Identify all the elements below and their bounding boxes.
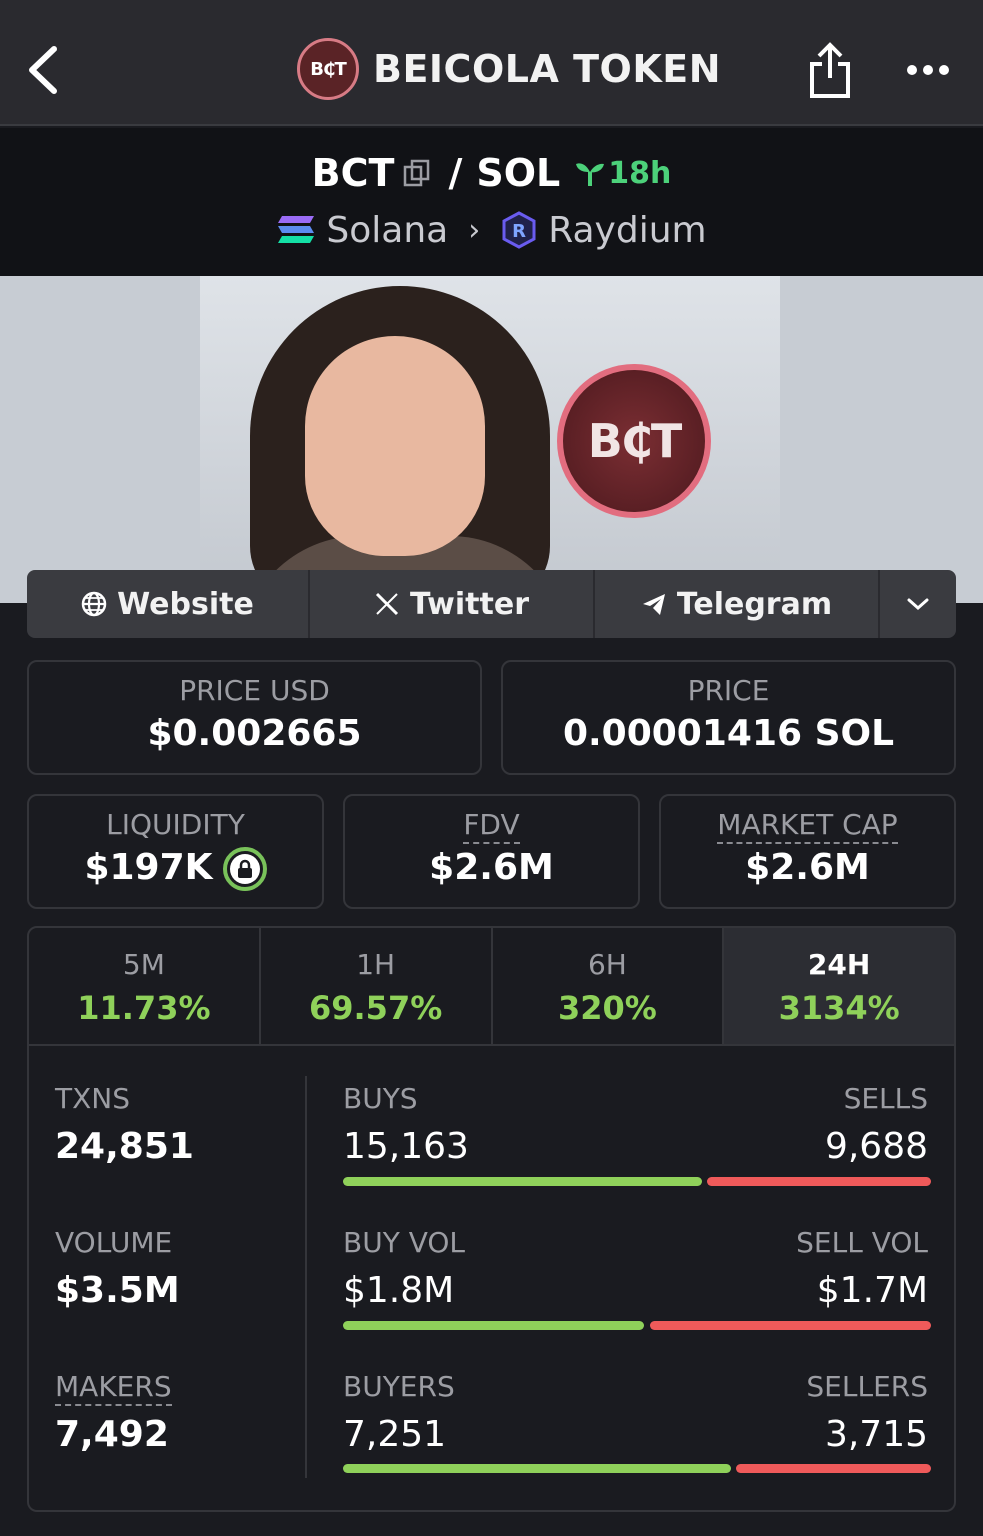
x-logo-icon: [375, 592, 399, 616]
price-usd-card: PRICE USD $0.002665: [27, 660, 482, 775]
more-links-dropdown[interactable]: [880, 570, 956, 638]
buyers-bar: [343, 1464, 731, 1473]
token-logo: B₵T: [297, 38, 359, 100]
share-button[interactable]: [800, 38, 860, 104]
tab-change-value: 69.57%: [308, 989, 443, 1027]
sell-vol-label: SELL VOL: [796, 1226, 928, 1259]
fdv-label: FDV: [463, 808, 520, 844]
sellers-label: SELLERS: [806, 1370, 928, 1403]
twitter-link[interactable]: Twitter: [310, 570, 595, 638]
panel-divider: [305, 1076, 307, 1478]
price-native-card: PRICE 0.00001416 SOL: [501, 660, 956, 775]
market-cap-label: MARKET CAP: [717, 808, 898, 844]
tab-5m[interactable]: 5M 11.73%: [29, 928, 261, 1044]
price-usd-value: $0.002665: [147, 713, 362, 754]
twitter-label: Twitter: [410, 586, 529, 622]
sellers-bar: [736, 1464, 931, 1473]
price-native-label: PRICE: [687, 674, 770, 707]
sell-vol-bar: [650, 1321, 931, 1330]
tab-label: 6H: [587, 948, 627, 981]
txns-label: TXNS: [55, 1082, 131, 1115]
lock-icon[interactable]: [222, 847, 267, 891]
share-icon: [810, 42, 850, 98]
liquidity-label: LIQUIDITY: [106, 808, 245, 841]
token-banner: B₵T: [0, 276, 983, 603]
volume-value: $3.5M: [55, 1270, 180, 1311]
pair-age: 18h: [608, 155, 672, 191]
sell-vol-value: $1.7M: [816, 1270, 928, 1311]
top-bar: B₵T BEICOLA TOKEN: [0, 0, 983, 126]
dex-name[interactable]: Raydium: [548, 210, 706, 251]
website-link[interactable]: Website: [27, 570, 310, 638]
tab-24h[interactable]: 24H 3134%: [724, 928, 954, 1044]
makers-label[interactable]: MAKERS: [55, 1370, 172, 1406]
chain-name[interactable]: Solana: [326, 210, 448, 251]
more-icon: [907, 65, 949, 75]
telegram-link[interactable]: Telegram: [595, 570, 880, 638]
buy-vol-label: BUY VOL: [343, 1226, 466, 1259]
title-group: B₵T BEICOLA TOKEN: [297, 36, 721, 102]
tab-1h[interactable]: 1H 69.57%: [261, 928, 493, 1044]
liquidity-card: LIQUIDITY $197K: [27, 794, 324, 909]
chevron-down-icon: [907, 598, 929, 611]
market-cap-value: $2.6M: [745, 847, 870, 888]
telegram-icon: [642, 594, 665, 615]
page-title: BEICOLA TOKEN: [373, 47, 722, 91]
tab-label: 5M: [122, 948, 165, 981]
buy-vol-value: $1.8M: [343, 1270, 455, 1311]
buys-value: 15,163: [343, 1126, 469, 1167]
buyers-value: 7,251: [343, 1414, 447, 1455]
raydium-icon: R: [502, 211, 536, 249]
tab-label: 1H: [356, 948, 396, 981]
sells-value: 9,688: [824, 1126, 928, 1167]
more-options-button[interactable]: [898, 48, 958, 92]
back-button[interactable]: [18, 40, 68, 100]
portrait-face: [305, 336, 485, 556]
tab-change-value: 320%: [557, 989, 657, 1027]
chain-breadcrumb: Solana › R Raydium: [0, 206, 983, 254]
buys-bar: [343, 1177, 702, 1186]
sells-bar: [707, 1177, 931, 1186]
tab-change-value: 11.73%: [77, 989, 211, 1027]
txns-value: 24,851: [55, 1126, 194, 1167]
makers-value: 7,492: [55, 1414, 169, 1455]
price-change-tabs: 5M 11.73% 1H 69.57% 6H 320% 24H 3134%: [27, 926, 956, 1046]
pair-base-symbol: BCT: [311, 151, 395, 195]
buys-label: BUYS: [343, 1082, 418, 1115]
telegram-label: Telegram: [676, 586, 833, 622]
banner-coin-logo: B₵T: [557, 364, 711, 518]
tab-change-value: 3134%: [778, 989, 900, 1027]
pair-quote-symbol: SOL: [476, 151, 561, 195]
social-links-bar: Website Twitter Telegram: [27, 570, 956, 638]
buy-vol-bar: [343, 1321, 644, 1330]
market-cap-card[interactable]: MARKET CAP $2.6M: [659, 794, 956, 909]
pair-row: BCT / SOL 18h: [0, 148, 983, 198]
sprout-icon: [576, 163, 605, 186]
copy-icon[interactable]: [402, 158, 432, 188]
price-usd-label: PRICE USD: [179, 674, 330, 707]
sells-label: SELLS: [843, 1082, 928, 1115]
fdv-card[interactable]: FDV $2.6M: [343, 794, 640, 909]
chevron-left-icon: [29, 46, 57, 94]
svg-text:R: R: [512, 221, 526, 242]
liquidity-value: $197K: [84, 847, 213, 888]
transactions-panel: TXNS 24,851 VOLUME $3.5M MAKERS 7,492 BU…: [27, 1044, 956, 1512]
volume-label: VOLUME: [55, 1226, 173, 1259]
globe-icon: [81, 591, 107, 617]
fdv-value: $2.6M: [429, 847, 554, 888]
chevron-right-icon: ›: [468, 212, 481, 248]
pair-separator: /: [448, 151, 463, 195]
tab-6h[interactable]: 6H 320%: [493, 928, 725, 1044]
solana-icon: [278, 216, 315, 243]
website-label: Website: [117, 586, 254, 622]
pair-header: BCT / SOL 18h Solana › R Raydium: [0, 128, 983, 276]
tab-label: 24H: [807, 948, 871, 981]
liquidity-value-row: $197K: [29, 847, 322, 891]
buyers-label: BUYERS: [343, 1370, 455, 1403]
price-native-value: 0.00001416 SOL: [562, 713, 895, 754]
sellers-value: 3,715: [824, 1414, 928, 1455]
